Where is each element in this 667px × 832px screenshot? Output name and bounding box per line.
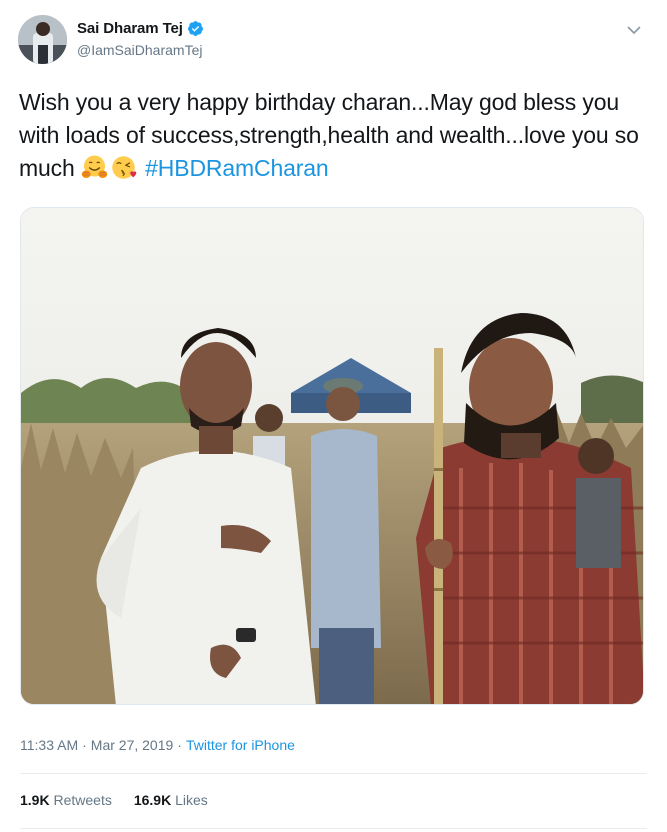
user-handle[interactable]: @IamSaiDharamTej bbox=[77, 42, 202, 58]
retweets-stat[interactable]: 1.9K Retweets bbox=[20, 792, 112, 808]
likes-stat[interactable]: 16.9K Likes bbox=[134, 792, 208, 808]
hashtag-link[interactable]: #HBDRamCharan bbox=[145, 155, 329, 181]
avatar[interactable] bbox=[18, 15, 67, 64]
likes-count: 16.9K bbox=[133, 792, 172, 808]
tweet-time[interactable]: 11:33 AM bbox=[20, 737, 78, 753]
divider bbox=[20, 773, 647, 774]
tweet-timestamp-row: 11:33 AM · Mar 27, 2019 · Twitter for iP… bbox=[20, 737, 295, 753]
avatar-image bbox=[18, 15, 67, 64]
meta-separator: · bbox=[82, 737, 87, 753]
chevron-down-icon bbox=[627, 26, 641, 34]
verified-badge-icon bbox=[187, 20, 204, 37]
tweet-text: Wish you a very happy birthday charan...… bbox=[19, 86, 649, 185]
retweets-label: Retweets bbox=[53, 792, 112, 808]
divider bbox=[20, 828, 647, 829]
engagement-stats: 1.9K Retweets 16.9K Likes bbox=[20, 792, 208, 808]
retweets-count: 1.9K bbox=[20, 792, 50, 808]
likes-label: Likes bbox=[175, 792, 208, 808]
tweet-photo[interactable] bbox=[20, 207, 644, 705]
name-row: Sai Dharam Tej bbox=[77, 20, 204, 37]
tweet-source-link[interactable]: Twitter for iPhone bbox=[186, 737, 295, 753]
face-blowing-kiss-emoji bbox=[110, 154, 137, 181]
meta-separator: · bbox=[177, 737, 182, 753]
tweet-date[interactable]: Mar 27, 2019 bbox=[91, 737, 174, 753]
tweet-photo-image bbox=[21, 208, 643, 704]
hugging-face-emoji bbox=[81, 154, 108, 181]
display-name[interactable]: Sai Dharam Tej bbox=[77, 20, 183, 37]
more-options-button[interactable] bbox=[624, 20, 644, 40]
